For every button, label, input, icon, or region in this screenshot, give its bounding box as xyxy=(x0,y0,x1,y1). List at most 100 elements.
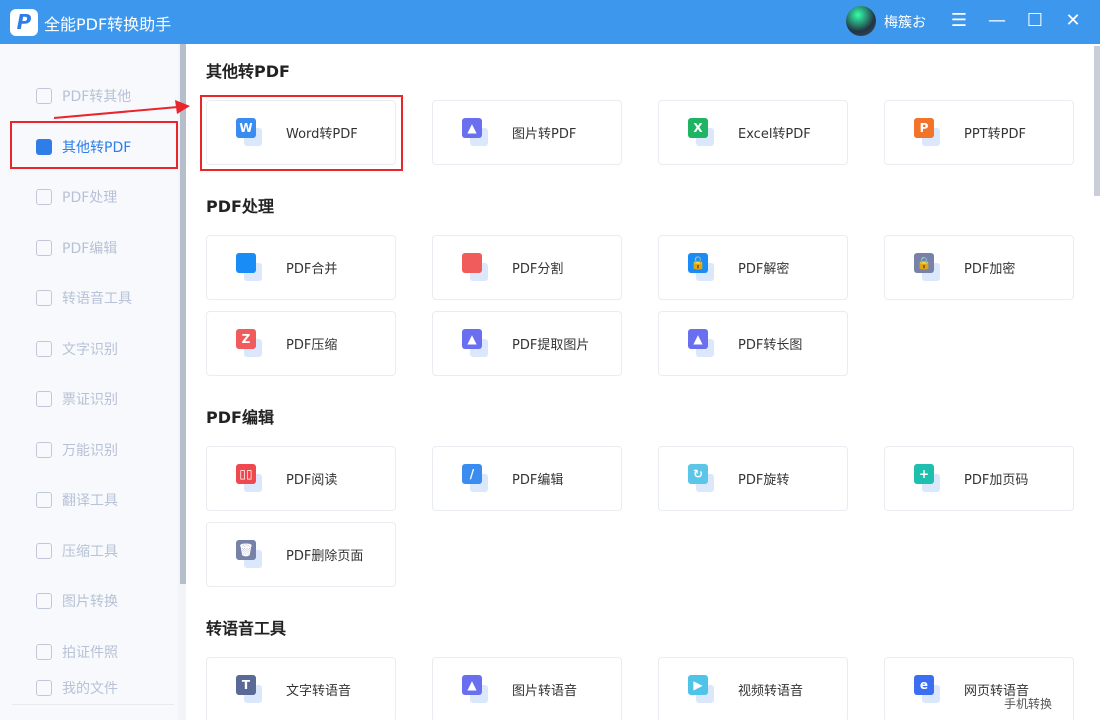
tool-card[interactable]: ▯▯ PDF阅读 xyxy=(206,446,396,511)
ocr-icon xyxy=(36,340,52,357)
tool-icon: 🔒 xyxy=(914,252,942,283)
sidebar-item[interactable]: 转语音工具 xyxy=(36,286,132,310)
sidebar-item[interactable]: 文字识别 xyxy=(36,337,118,361)
app-title: 全能PDF转换助手 xyxy=(44,15,172,34)
sidebar-item[interactable]: 图片转换 xyxy=(36,589,118,613)
tool-card[interactable]: 🔓 PDF解密 xyxy=(658,235,848,300)
sidebar-item[interactable]: PDF编辑 xyxy=(36,236,117,260)
tool-icon: ▯▯ xyxy=(236,463,264,494)
tool-card[interactable]: ▶ 视频转语音 xyxy=(658,657,848,720)
tool-icon: 🔓 xyxy=(688,252,716,283)
sidebar-item[interactable]: PDF处理 xyxy=(36,185,117,209)
tool-card[interactable]: PDF合并 xyxy=(206,235,396,300)
section-title: 转语音工具 xyxy=(206,619,287,638)
tool-icon xyxy=(462,252,490,283)
watermark: 手机转换 xyxy=(1004,697,1053,711)
annotation-arrow xyxy=(53,100,190,119)
pdf-process-icon xyxy=(36,189,52,205)
sidebar-item-label: 压缩工具 xyxy=(62,543,118,560)
tool-icon: 🗑 xyxy=(236,539,264,570)
tool-label: PDF解密 xyxy=(738,262,790,277)
avatar[interactable] xyxy=(846,6,876,36)
user-name[interactable]: 梅簇お xyxy=(884,12,926,32)
tool-icon: T xyxy=(236,674,264,705)
tool-card[interactable]: ▲ PDF提取图片 xyxy=(432,311,622,376)
sidebar-item[interactable]: 票证识别 xyxy=(36,387,118,411)
sidebar-item-label: 翻译工具 xyxy=(62,493,118,509)
tool-card[interactable]: / PDF编辑 xyxy=(432,446,622,511)
section-title: PDF处理 xyxy=(206,197,274,216)
tool-icon: ↻ xyxy=(688,463,716,494)
tool-card[interactable]: ▲ PDF转长图 xyxy=(658,311,848,376)
sidebar-item-label: 万能识别 xyxy=(62,442,118,459)
tool-icon: / xyxy=(462,463,490,494)
maximize-button[interactable]: ☐ xyxy=(1022,8,1048,34)
tool-card[interactable]: 🔒 PDF加密 xyxy=(884,235,1074,300)
tool-icon: ▲ xyxy=(462,328,490,359)
tool-label: PDF转长图 xyxy=(738,338,803,353)
tool-icon: ▲ xyxy=(462,674,490,705)
main-scrollbar-thumb[interactable] xyxy=(1094,46,1100,196)
camera-icon xyxy=(36,643,52,660)
sidebar-item-label: 图片转换 xyxy=(62,594,118,610)
section-title: PDF编辑 xyxy=(206,408,274,427)
tool-label: 图片转PDF xyxy=(512,127,577,142)
close-button[interactable]: ✕ xyxy=(1060,8,1086,34)
tool-label: PDF合并 xyxy=(286,262,338,277)
sidebar-item[interactable]: 拍证件照 xyxy=(36,640,118,664)
tool-label: PDF旋转 xyxy=(738,473,790,488)
tool-card[interactable]: X Excel转PDF xyxy=(658,100,848,165)
tool-label: PDF删除页面 xyxy=(286,549,364,564)
tool-card[interactable]: PDF分割 xyxy=(432,235,622,300)
menu-icon[interactable]: ☰ xyxy=(946,8,972,34)
tool-label: 文字转语音 xyxy=(286,684,352,699)
sidebar-item-label: PDF处理 xyxy=(62,190,118,206)
sidebar-item[interactable]: 压缩工具 xyxy=(36,539,118,563)
tool-card[interactable]: + PDF加页码 xyxy=(884,446,1074,511)
image-convert-icon xyxy=(36,593,52,609)
tool-icon: e xyxy=(914,674,942,705)
app-logo: P xyxy=(10,9,38,36)
tool-label: 视频转语音 xyxy=(738,684,804,699)
sidebar-item[interactable]: 翻译工具 xyxy=(36,488,118,512)
sidebar-item-label: PDF编辑 xyxy=(62,240,118,257)
title-bar: P 全能PDF转换助手 梅簇お ☰ — ☐ ✕ xyxy=(0,0,1100,44)
tool-icon: P xyxy=(914,117,942,148)
zip-icon xyxy=(36,542,52,559)
tool-label: PPT转PDF xyxy=(964,127,1026,142)
tool-label: PDF提取图片 xyxy=(512,338,590,353)
sidebar-item-label: 拍证件照 xyxy=(62,644,118,661)
tool-card[interactable]: ▲ 图片转PDF xyxy=(432,100,622,165)
sidebar-item-label: 文字识别 xyxy=(62,341,118,358)
my-files-button[interactable]: 我的文件 xyxy=(36,676,118,700)
divider xyxy=(12,704,174,705)
tool-icon: + xyxy=(914,463,942,494)
tool-card[interactable]: 🗑 PDF删除页面 xyxy=(206,522,396,587)
tool-icon: ▲ xyxy=(462,117,490,148)
tool-label: 图片转语音 xyxy=(512,684,578,699)
tool-icon xyxy=(236,252,264,283)
file-icon xyxy=(36,680,52,696)
annotation-highlight-box xyxy=(10,121,178,169)
tool-card[interactable]: T 文字转语音 xyxy=(206,657,396,720)
universal-ocr-icon xyxy=(36,441,52,458)
tool-card[interactable]: ↻ PDF旋转 xyxy=(658,446,848,511)
tool-label: PDF分割 xyxy=(512,262,564,277)
tool-card[interactable]: Z PDF压缩 xyxy=(206,311,396,376)
minimize-button[interactable]: — xyxy=(984,8,1010,34)
ticket-ocr-icon xyxy=(36,391,52,407)
tool-icon: X xyxy=(688,117,716,148)
sidebar-item[interactable]: 万能识别 xyxy=(36,438,118,462)
translate-icon xyxy=(36,492,52,508)
my-files-label: 我的文件 xyxy=(62,681,118,697)
tool-label: PDF压缩 xyxy=(286,338,338,353)
tool-label: Excel转PDF xyxy=(738,127,811,142)
annotation-highlight-box xyxy=(200,95,403,171)
tool-icon: ▶ xyxy=(688,674,716,705)
tool-card[interactable]: P PPT转PDF xyxy=(884,100,1074,165)
tool-icon: Z xyxy=(236,328,264,359)
tool-card[interactable]: ▲ 图片转语音 xyxy=(432,657,622,720)
sidebar-item-label: 票证识别 xyxy=(62,392,118,408)
tool-icon: ▲ xyxy=(688,328,716,359)
tool-label: PDF加密 xyxy=(964,262,1016,277)
